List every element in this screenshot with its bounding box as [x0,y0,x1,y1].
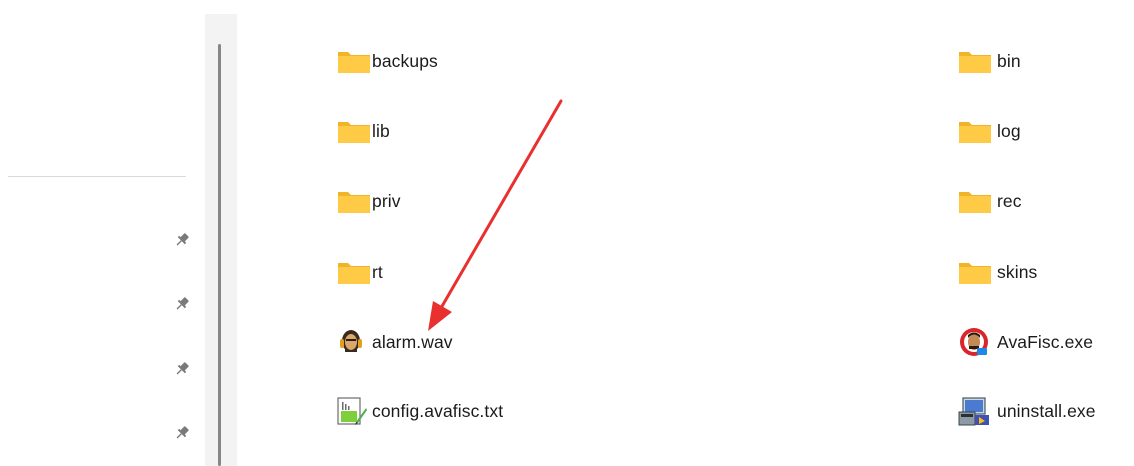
file-name: uninstall.exe [997,400,1096,421]
file-name: lib [372,120,390,141]
folder-icon [957,257,997,287]
file-item-lib[interactable]: lib [336,113,390,149]
file-item-avafisc-exe[interactable]: AvaFisc.exe [957,324,1093,360]
installer-exe-icon [957,396,997,426]
folder-icon [336,186,372,216]
pin-icon[interactable] [172,423,192,443]
file-item-priv[interactable]: priv [336,183,401,219]
file-item-uninstall-exe[interactable]: uninstall.exe [957,393,1096,429]
folder-icon [957,46,997,76]
file-item-skins[interactable]: skins [957,254,1037,290]
folder-icon [336,46,372,76]
folder-icon [957,116,997,146]
folder-icon [336,257,372,287]
file-name: config.avafisc.txt [372,400,504,421]
file-item-rec[interactable]: rec [957,183,1022,219]
file-name: bin [997,50,1021,71]
audio-file-icon [336,327,372,357]
file-item-bin[interactable]: bin [957,43,1021,79]
file-name: skins [997,261,1038,282]
text-file-icon [336,396,372,426]
pin-icon[interactable] [172,294,192,314]
file-name: rt [372,261,383,282]
navigation-pane [0,0,205,466]
file-name: priv [372,190,401,211]
file-name: log [997,120,1021,141]
pin-icon[interactable] [172,359,192,379]
file-item-rt[interactable]: rt [336,254,383,290]
file-name: rec [997,190,1022,211]
pane-splitter[interactable] [205,14,237,466]
folder-icon [336,116,372,146]
file-item-backups[interactable]: backups [336,43,438,79]
file-item-log[interactable]: log [957,113,1021,149]
file-name: alarm.wav [372,331,453,352]
pin-icon[interactable] [172,230,192,250]
scrollbar-thumb[interactable] [218,44,221,466]
folder-icon [957,186,997,216]
file-item-alarm-wav[interactable]: alarm.wav [336,324,453,360]
app-exe-icon [957,327,997,357]
file-name: backups [372,50,438,71]
file-item-config-avafisc-txt[interactable]: config.avafisc.txt [336,393,503,429]
nav-divider [8,176,186,177]
file-name: AvaFisc.exe [997,331,1094,352]
